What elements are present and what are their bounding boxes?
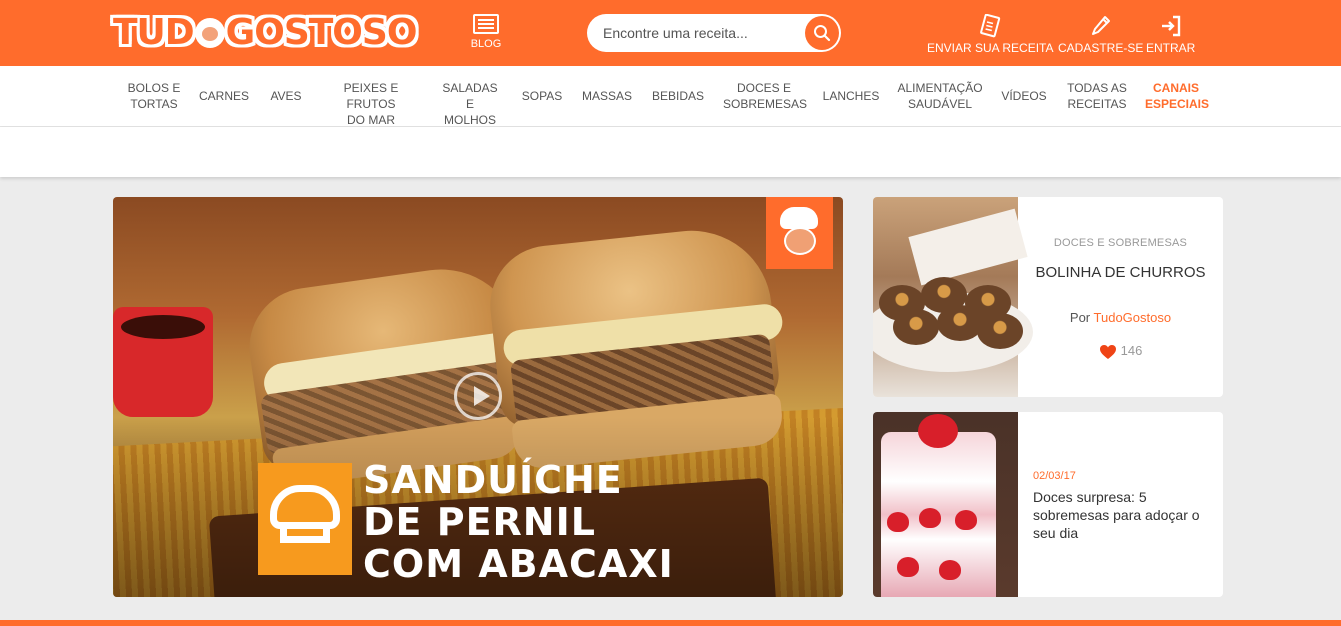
recipe-likes: 146 bbox=[1018, 343, 1223, 360]
category-label: CANAIS bbox=[1152, 81, 1199, 95]
chef-badge-icon bbox=[766, 197, 833, 269]
category-doces[interactable]: DOCES E SOBREMESAS bbox=[723, 80, 808, 112]
chef-mascot-icon bbox=[194, 18, 225, 48]
category-peixes[interactable]: PEIXES E FRUTOS DO MAR bbox=[322, 80, 420, 128]
category-label: SALADAS E bbox=[442, 81, 498, 111]
hero-title: SANDUÍCHE DE PERNIL COM ABACAXI bbox=[363, 459, 674, 585]
search-button[interactable] bbox=[805, 16, 839, 50]
article-title[interactable]: Doces surpresa: 5 sobremesas para adoçar… bbox=[1033, 488, 1213, 542]
blog-link[interactable]: BLOG bbox=[466, 14, 506, 50]
category-massas[interactable]: MASSAS bbox=[582, 88, 632, 104]
chef-hat-logo-icon bbox=[258, 463, 352, 575]
category-label: TODAS AS bbox=[1067, 81, 1127, 95]
pencil-icon bbox=[1091, 16, 1110, 35]
login-link[interactable]: ENTRAR bbox=[1146, 14, 1195, 55]
category-label: ESPECIAIS bbox=[1145, 97, 1210, 111]
recipe-thumbnail[interactable] bbox=[873, 197, 1033, 397]
heart-icon[interactable] bbox=[1099, 344, 1117, 360]
hero-title-line: DE PERNIL bbox=[363, 500, 596, 544]
category-canais-especiais[interactable]: CANAIS ESPECIAIS bbox=[1145, 80, 1210, 112]
category-nav: BOLOS E TORTAS CARNES AVES PEIXES E FRUT… bbox=[0, 66, 1341, 127]
logo-text-left: TUD bbox=[113, 12, 195, 53]
recipe-document-icon bbox=[980, 14, 1001, 38]
category-label: PEIXES E FRUTOS bbox=[343, 81, 399, 111]
search-input[interactable] bbox=[603, 14, 803, 52]
category-label: CARNES bbox=[198, 89, 249, 103]
category-sopas[interactable]: SOPAS bbox=[520, 88, 564, 104]
search-bar bbox=[587, 14, 841, 52]
category-label: VÍDEOS bbox=[1001, 89, 1047, 103]
category-label: MOLHOS bbox=[443, 113, 496, 127]
article-thumbnail[interactable] bbox=[873, 412, 1018, 597]
article-date: 02/03/17 bbox=[1033, 470, 1076, 482]
category-label: BOLOS E bbox=[127, 81, 181, 95]
category-alimentacao[interactable]: ALIMENTAÇÃO SAUDÁVEL bbox=[896, 80, 984, 112]
category-label: BEBIDAS bbox=[651, 89, 705, 103]
register-label: CADASTRE-SE bbox=[1058, 41, 1144, 55]
category-label: ALIMENTAÇÃO bbox=[897, 81, 983, 95]
category-lanches[interactable]: LANCHES bbox=[822, 88, 880, 104]
category-label: DOCES E bbox=[736, 81, 791, 95]
login-label: ENTRAR bbox=[1146, 41, 1196, 55]
search-icon bbox=[814, 25, 831, 42]
site-header: TUD GOSTOSO BLOG ENVIAR SUA RECEITA bbox=[0, 0, 1341, 66]
category-label: LANCHES bbox=[822, 89, 880, 103]
site-logo[interactable]: TUD GOSTOSO bbox=[113, 12, 418, 54]
author-link[interactable]: TudoGostoso bbox=[1094, 310, 1172, 325]
play-icon[interactable] bbox=[454, 372, 502, 420]
recipe-category[interactable]: DOCES E SOBREMESAS bbox=[1018, 237, 1223, 249]
recipe-author: Por TudoGostoso bbox=[1018, 310, 1223, 325]
category-label: TORTAS bbox=[130, 97, 178, 111]
newspaper-icon bbox=[473, 14, 499, 34]
register-link[interactable]: CADASTRE-SE bbox=[1058, 14, 1143, 55]
featured-video-card[interactable]: SANDUÍCHE DE PERNIL COM ABACAXI bbox=[113, 197, 843, 597]
category-label: MASSAS bbox=[582, 89, 633, 103]
category-saladas[interactable]: SALADAS E MOLHOS bbox=[437, 80, 503, 128]
category-label: SOBREMESAS bbox=[723, 97, 808, 111]
send-recipe-link[interactable]: ENVIAR SUA RECEITA bbox=[927, 14, 1053, 55]
category-todas-receitas[interactable]: TODAS AS RECEITAS bbox=[1065, 80, 1129, 112]
category-label: SOPAS bbox=[521, 89, 563, 103]
category-label: AVES bbox=[270, 89, 302, 103]
recipe-title[interactable]: BOLINHA DE CHURROS bbox=[1018, 263, 1223, 282]
logo-text-right: GOSTOSO bbox=[225, 12, 418, 53]
category-videos[interactable]: VÍDEOS bbox=[1000, 88, 1048, 104]
sign-in-icon bbox=[1161, 15, 1180, 37]
category-bolos-tortas[interactable]: BOLOS E TORTAS bbox=[126, 80, 182, 112]
category-label: RECEITAS bbox=[1067, 97, 1127, 111]
category-bebidas[interactable]: BEBIDAS bbox=[650, 88, 706, 104]
hero-title-line: COM ABACAXI bbox=[363, 542, 674, 586]
bottom-accent-bar bbox=[0, 620, 1341, 626]
category-label: DO MAR bbox=[347, 113, 395, 127]
send-recipe-label: ENVIAR SUA RECEITA bbox=[927, 41, 1054, 55]
blog-label: BLOG bbox=[470, 38, 502, 50]
author-prefix: Por bbox=[1069, 310, 1091, 325]
recipe-card[interactable]: DOCES E SOBREMESAS BOLINHA DE CHURROS Po… bbox=[873, 197, 1223, 397]
likes-count: 146 bbox=[1120, 343, 1143, 358]
article-card[interactable]: 02/03/17 Doces surpresa: 5 sobremesas pa… bbox=[873, 412, 1223, 597]
category-carnes[interactable]: CARNES bbox=[198, 88, 250, 104]
category-aves[interactable]: AVES bbox=[268, 88, 304, 104]
category-label: SAUDÁVEL bbox=[907, 97, 973, 111]
ad-banner-space bbox=[0, 127, 1341, 177]
hero-title-line: SANDUÍCHE bbox=[363, 458, 623, 502]
